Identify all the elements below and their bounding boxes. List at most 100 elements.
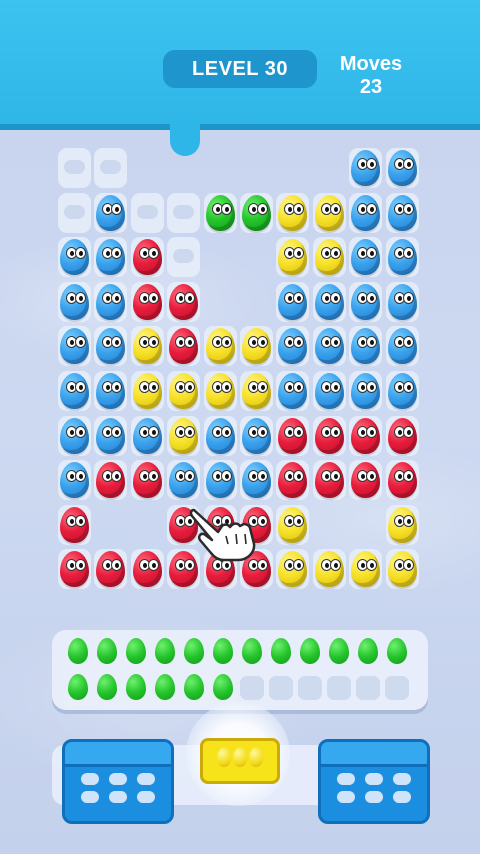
blue-egg[interactable] [205, 462, 235, 499]
yellow-egg[interactable] [387, 551, 417, 588]
eye [293, 514, 305, 527]
blue-egg[interactable] [60, 417, 89, 454]
blue-egg[interactable] [60, 373, 89, 409]
yellow-mini-egg [217, 747, 231, 767]
eye [184, 291, 196, 304]
blue-egg[interactable] [60, 283, 89, 320]
eye [111, 470, 123, 483]
green-egg[interactable] [242, 194, 271, 231]
top-bar: LEVEL 30 Moves 23 [0, 0, 480, 124]
eye [402, 336, 414, 349]
collected-green-egg [184, 674, 204, 700]
yellow-egg[interactable] [205, 373, 235, 409]
collected-green-egg [329, 638, 349, 664]
red-egg[interactable] [132, 283, 162, 320]
eye [111, 559, 123, 572]
eye [293, 247, 305, 260]
eye [147, 470, 159, 483]
blue-egg[interactable] [351, 328, 381, 365]
yellow-egg[interactable] [387, 506, 417, 543]
eye [329, 336, 341, 349]
blue-egg[interactable] [132, 417, 162, 454]
yellow-egg[interactable] [314, 239, 344, 276]
collected-green-egg [68, 674, 88, 700]
blue-egg[interactable] [242, 462, 271, 499]
box-hole [337, 773, 355, 785]
blue-egg[interactable] [387, 239, 417, 276]
eye [75, 247, 86, 260]
blue-egg[interactable] [387, 373, 417, 409]
blue-egg[interactable] [387, 328, 417, 365]
blue-egg[interactable] [387, 194, 417, 231]
blue-egg[interactable] [351, 150, 381, 186]
yellow-egg-box[interactable] [200, 738, 280, 784]
eye [147, 425, 159, 438]
green-egg[interactable] [205, 194, 235, 231]
red-egg[interactable] [60, 551, 89, 588]
blue-egg[interactable] [96, 328, 126, 365]
blue-egg[interactable] [314, 283, 344, 320]
moves-counter: Moves 23 [330, 53, 412, 99]
red-egg[interactable] [60, 506, 89, 543]
yellow-egg[interactable] [169, 373, 199, 409]
moves-value: 23 [359, 76, 383, 98]
red-egg[interactable] [387, 462, 417, 499]
blue-egg[interactable] [60, 328, 89, 365]
eye [366, 247, 378, 260]
red-egg[interactable] [132, 551, 162, 588]
yellow-egg[interactable] [242, 328, 271, 365]
eye [220, 202, 232, 215]
eye [329, 291, 341, 304]
eye [293, 425, 305, 438]
blue-egg[interactable] [351, 373, 381, 409]
yellow-egg[interactable] [351, 551, 381, 588]
blue-egg[interactable] [387, 150, 417, 186]
yellow-egg[interactable] [314, 194, 344, 231]
yellow-egg[interactable] [314, 551, 344, 588]
red-egg[interactable] [314, 417, 344, 454]
blue-egg[interactable] [314, 328, 344, 365]
eye [402, 514, 414, 527]
moves-label: Moves [339, 53, 403, 75]
yellow-egg[interactable] [278, 551, 308, 588]
yellow-egg[interactable] [242, 373, 271, 409]
level-indicator: LEVEL 30 [163, 50, 317, 88]
box-hole [365, 773, 383, 785]
red-egg[interactable] [96, 462, 126, 499]
red-egg[interactable] [351, 462, 381, 499]
blue-egg[interactable] [60, 462, 89, 499]
yellow-egg[interactable] [132, 328, 162, 365]
blue-egg[interactable] [387, 283, 417, 320]
eye [329, 470, 341, 483]
yellow-egg[interactable] [132, 373, 162, 409]
red-egg[interactable] [387, 417, 417, 454]
red-egg[interactable] [132, 462, 162, 499]
blue-egg[interactable] [60, 239, 89, 276]
box-hole [337, 791, 355, 803]
left-egg-box[interactable] [62, 739, 174, 824]
blue-egg[interactable] [96, 239, 126, 276]
right-egg-box[interactable] [318, 739, 430, 824]
red-egg[interactable] [96, 551, 126, 588]
eye [75, 336, 86, 349]
blue-egg[interactable] [314, 373, 344, 409]
blue-egg[interactable] [205, 417, 235, 454]
blue-egg[interactable] [169, 462, 199, 499]
red-egg[interactable] [278, 462, 308, 499]
yellow-egg[interactable] [278, 239, 308, 276]
header-drip [170, 118, 200, 156]
eye [111, 336, 123, 349]
box-hole [81, 791, 99, 803]
blue-egg[interactable] [351, 239, 381, 276]
blue-egg[interactable] [278, 328, 308, 365]
eye [402, 559, 414, 572]
empty-tray-cell [385, 676, 409, 700]
collected-green-egg [68, 638, 88, 664]
eye [366, 381, 378, 393]
yellow-egg[interactable] [205, 328, 235, 365]
blue-egg[interactable] [242, 417, 271, 454]
red-egg[interactable] [314, 462, 344, 499]
red-egg[interactable] [169, 328, 199, 365]
red-egg[interactable] [132, 239, 162, 276]
eye [329, 381, 341, 393]
